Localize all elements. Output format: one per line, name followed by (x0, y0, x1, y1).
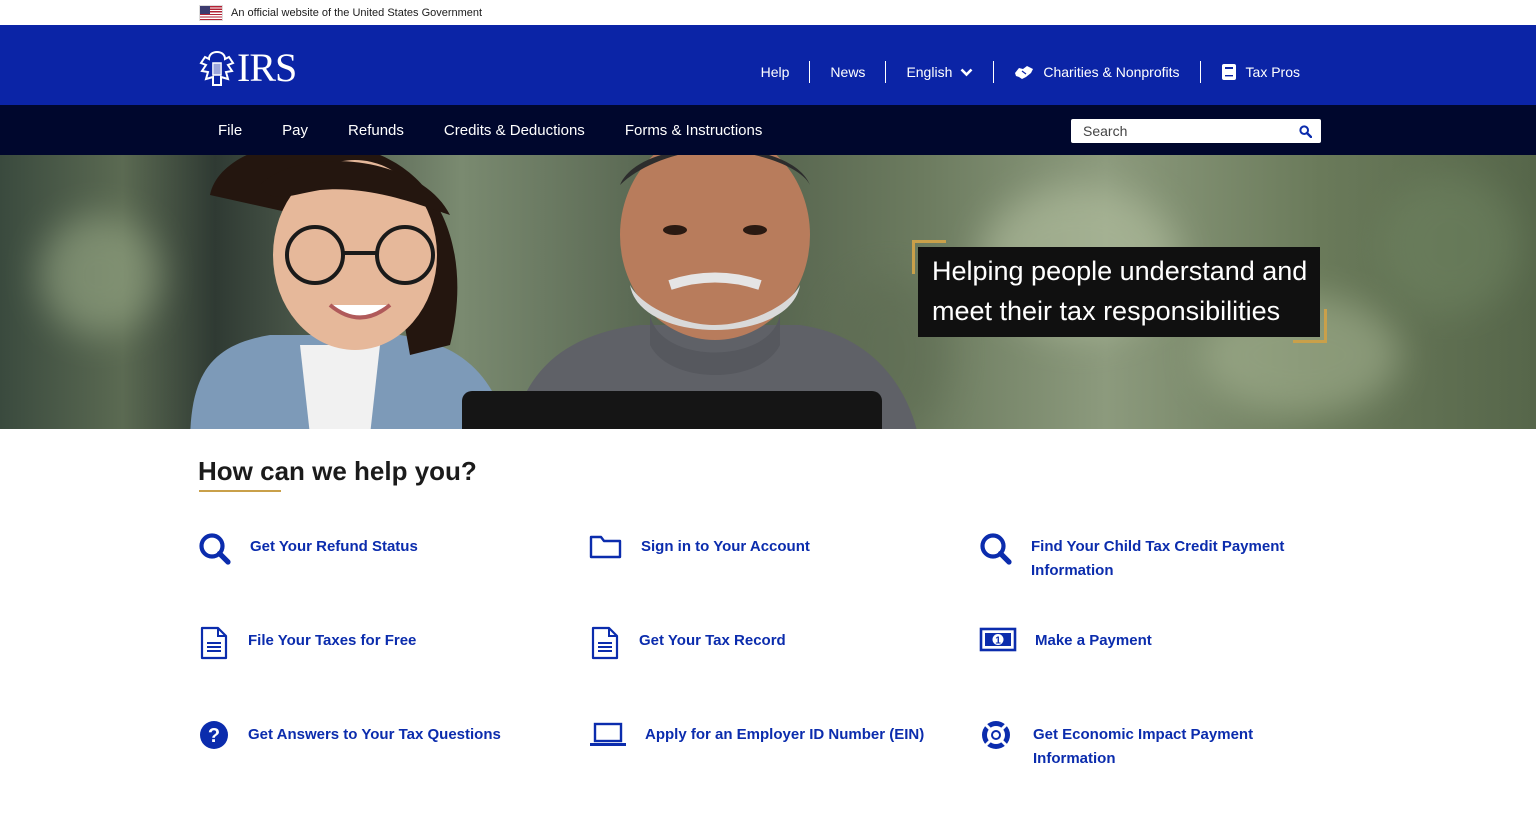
language-label: English (906, 64, 953, 80)
language-dropdown[interactable]: English (885, 61, 993, 83)
task-tax-questions[interactable]: ? Get Answers to Your Tax Questions (198, 720, 501, 754)
search-box (1071, 119, 1321, 143)
search-input[interactable] (1071, 120, 1291, 142)
folder-icon (589, 532, 641, 566)
eagle-logo-icon (199, 50, 235, 86)
util-charities-link[interactable]: Charities & Nonprofits (993, 61, 1199, 83)
gov-banner-text: An official website of the United States… (231, 6, 483, 19)
util-news-label: News (830, 64, 866, 80)
question-icon: ? (198, 720, 248, 754)
chevron-down-icon (960, 68, 973, 76)
gov-banner: An official website of the United States… (0, 0, 1536, 25)
task-file-free-label: File Your Taxes for Free (248, 632, 417, 649)
task-sign-in-account-label: Sign in to Your Account (641, 538, 810, 555)
lifebuoy-icon (979, 720, 1033, 754)
hero-man-image (513, 155, 917, 429)
util-news-link[interactable]: News (809, 61, 885, 83)
task-tax-record[interactable]: Get Your Tax Record (589, 626, 786, 660)
task-apply-ein-label: Apply for an Employer ID Number (EIN) (645, 726, 925, 743)
nav-refunds[interactable]: Refunds (328, 122, 424, 139)
book-icon (1221, 64, 1236, 80)
hero-caption-line-1: Helping people understand and (932, 256, 1308, 286)
irs-logo[interactable]: IRS (199, 45, 297, 90)
main-nav: File Pay Refunds Credits & Deductions Fo… (0, 105, 1536, 155)
search-icon (979, 532, 1031, 566)
nav-pay[interactable]: Pay (262, 122, 328, 139)
site-header: IRS Help News English Charities & Nonpro… (0, 25, 1536, 105)
search-icon (198, 532, 250, 566)
util-charities-label: Charities & Nonprofits (1043, 64, 1180, 80)
task-child-tax-credit[interactable]: Find Your Child Tax Credit Payment Infor… (979, 532, 1309, 583)
search-button[interactable] (1291, 120, 1319, 142)
laptop-icon (589, 720, 645, 754)
task-economic-impact[interactable]: Get Economic Impact Payment Information (979, 720, 1309, 771)
us-flag-icon (199, 4, 223, 21)
caption-corner-bottom-right (1293, 309, 1327, 343)
task-tax-questions-label: Get Answers to Your Tax Questions (248, 726, 501, 743)
task-make-payment[interactable]: 1 Make a Payment (979, 626, 1152, 660)
task-file-free[interactable]: File Your Taxes for Free (198, 626, 416, 660)
irs-logo-text: IRS (237, 45, 297, 90)
hero-caption-line-2: meet their tax responsibilities (932, 296, 1281, 326)
task-child-tax-credit-label: Find Your Child Tax Credit Payment Infor… (1031, 538, 1285, 579)
task-refund-status-label: Get Your Refund Status (250, 538, 418, 555)
task-sign-in-account[interactable]: Sign in to Your Account (589, 532, 810, 566)
handshake-icon (1015, 66, 1034, 79)
task-tax-record-label: Get Your Tax Record (639, 632, 786, 649)
util-taxpros-label: Tax Pros (1245, 64, 1300, 80)
document-icon (198, 626, 248, 660)
utility-nav: Help News English Charities & Nonprofits… (741, 61, 1320, 83)
task-refund-status[interactable]: Get Your Refund Status (198, 532, 418, 566)
svg-text:1: 1 (995, 636, 1001, 647)
util-taxpros-link[interactable]: Tax Pros (1199, 61, 1320, 83)
util-help-label: Help (760, 64, 790, 80)
hero-caption: Helping people understand and meet their… (918, 247, 1320, 337)
document-icon (589, 626, 639, 660)
search-icon (1298, 124, 1312, 138)
money-icon: 1 (979, 626, 1035, 660)
task-apply-ein[interactable]: Apply for an Employer ID Number (EIN) (589, 720, 924, 754)
hero-laptop-image (462, 391, 882, 429)
util-help-link[interactable]: Help (741, 61, 810, 83)
nav-credits-deductions[interactable]: Credits & Deductions (424, 122, 605, 139)
task-make-payment-label: Make a Payment (1035, 632, 1152, 649)
help-section-title: How can we help you? (198, 456, 477, 486)
nav-forms-instructions[interactable]: Forms & Instructions (605, 122, 783, 139)
nav-file[interactable]: File (198, 122, 262, 139)
svg-text:?: ? (208, 725, 220, 747)
help-title-underline (199, 490, 281, 492)
task-economic-impact-label: Get Economic Impact Payment Information (1033, 726, 1254, 767)
hero-woman-image (190, 155, 507, 429)
